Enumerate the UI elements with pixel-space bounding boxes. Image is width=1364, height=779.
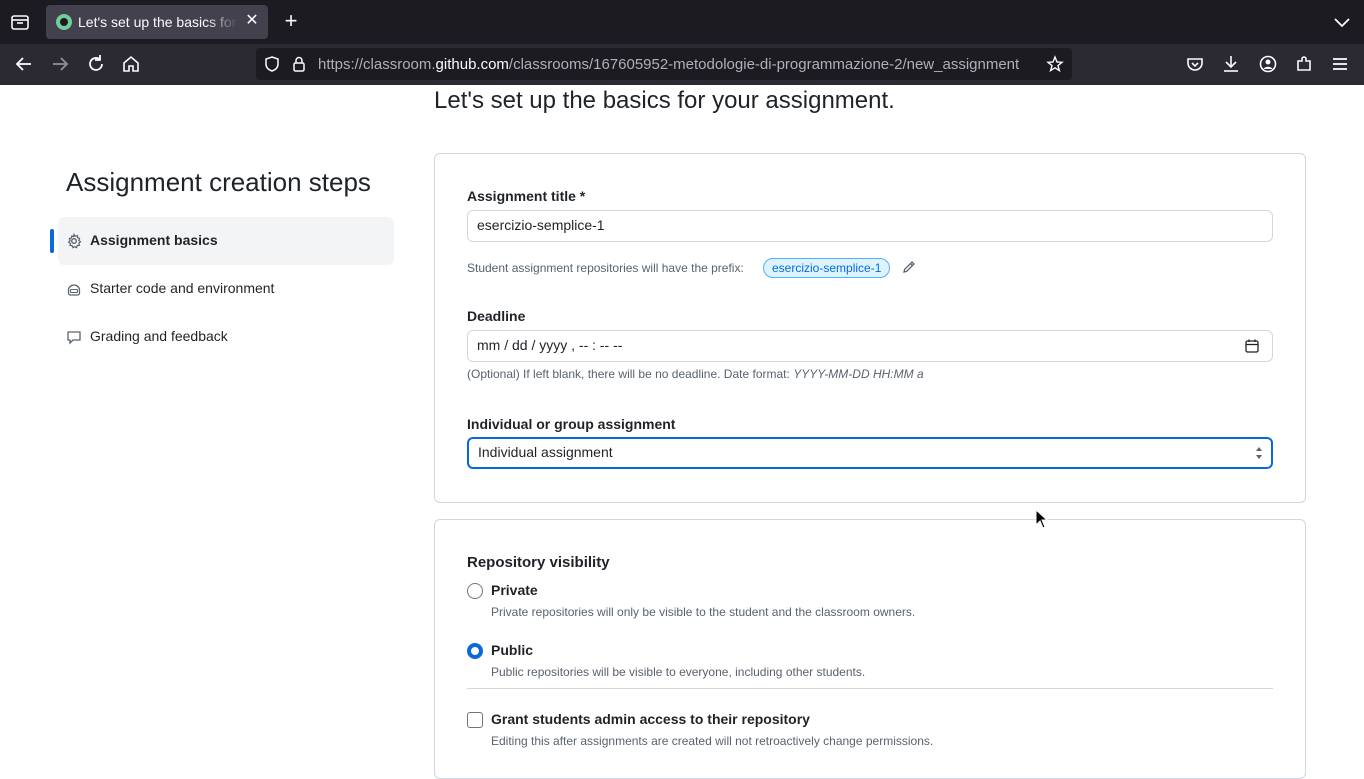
step-starter-code[interactable]: Starter code and environment bbox=[58, 265, 394, 313]
tab-bar: Let's set up the basics for your assignm… bbox=[0, 0, 1364, 44]
url-domain: github.com bbox=[435, 56, 509, 73]
calendar-icon[interactable] bbox=[1244, 338, 1260, 354]
assignment-type-label: Individual or group assignment bbox=[467, 416, 676, 432]
download-icon[interactable] bbox=[1220, 53, 1242, 75]
deadline-label: Deadline bbox=[467, 308, 526, 324]
repository-visibility-label: Repository visibility bbox=[467, 554, 610, 571]
url-bar[interactable]: https://classroom.github.com/classrooms/… bbox=[256, 48, 1072, 80]
step-assignment-basics[interactable]: Assignment basics bbox=[58, 217, 394, 265]
mouse-cursor-icon bbox=[1035, 509, 1049, 529]
divider bbox=[467, 688, 1273, 689]
deadline-placeholder: mm / dd / yyyy , -- : -- -- bbox=[477, 337, 623, 353]
private-description: Private repositories will only be visibl… bbox=[491, 605, 916, 619]
public-radio[interactable] bbox=[467, 643, 483, 659]
assignment-type-value: Individual assignment bbox=[478, 444, 613, 460]
copilot-icon bbox=[67, 284, 81, 296]
page-content: Let's set up the basics for your assignm… bbox=[0, 85, 1364, 779]
lock-icon[interactable] bbox=[290, 55, 308, 73]
hamburger-menu-icon[interactable] bbox=[1329, 53, 1351, 75]
assignment-basics-card: Assignment title * esercizio-semplice-1 … bbox=[434, 153, 1306, 503]
step-grading-feedback[interactable]: Grading and feedback bbox=[58, 313, 394, 361]
pocket-icon[interactable] bbox=[1184, 53, 1206, 75]
deadline-input[interactable]: mm / dd / yyyy , -- : -- -- bbox=[467, 330, 1273, 362]
forward-arrow-icon[interactable] bbox=[49, 53, 71, 75]
chevron-down-icon[interactable] bbox=[1332, 12, 1352, 32]
tab-close-icon[interactable]: ✕ bbox=[244, 13, 260, 29]
admin-access-label[interactable]: Grant students admin access to their rep… bbox=[491, 711, 810, 727]
navigation-bar: https://classroom.github.com/classrooms/… bbox=[0, 44, 1364, 85]
url-path: /classrooms/167605952-metodologie-di-pro… bbox=[508, 56, 1020, 73]
gear-icon bbox=[67, 233, 82, 249]
shield-icon[interactable] bbox=[263, 55, 281, 73]
page-title: Let's set up the basics for your assignm… bbox=[434, 87, 895, 114]
active-step-indicator bbox=[50, 229, 54, 253]
assignment-title-input[interactable]: esercizio-semplice-1 bbox=[467, 210, 1273, 242]
step-label: Starter code and environment bbox=[90, 280, 275, 296]
step-label: Grading and feedback bbox=[90, 328, 228, 344]
url-text[interactable]: https://classroom.github.com/classrooms/… bbox=[318, 56, 1038, 73]
select-arrows-icon bbox=[1256, 447, 1262, 459]
private-label[interactable]: Private bbox=[491, 582, 538, 598]
url-prefix: https://classroom. bbox=[318, 56, 436, 73]
home-icon[interactable] bbox=[120, 53, 142, 75]
comment-icon bbox=[67, 331, 81, 345]
admin-access-description: Editing this after assignments are creat… bbox=[491, 734, 934, 748]
back-arrow-icon[interactable] bbox=[13, 53, 35, 75]
deadline-hint: (Optional) If left blank, there will be … bbox=[467, 367, 924, 381]
prefix-hint: Student assignment repositories will hav… bbox=[467, 261, 744, 275]
deadline-hint-text: (Optional) If left blank, there will be … bbox=[467, 367, 790, 381]
public-description: Public repositories will be visible to e… bbox=[491, 665, 866, 679]
new-tab-button[interactable]: + bbox=[280, 10, 302, 33]
assignment-type-select[interactable]: Individual assignment bbox=[467, 437, 1273, 469]
prefix-badge: esercizio-semplice-1 bbox=[763, 258, 891, 278]
pencil-icon[interactable] bbox=[901, 259, 917, 275]
account-icon[interactable] bbox=[1257, 53, 1279, 75]
step-label: Assignment basics bbox=[90, 232, 218, 248]
bookmark-star-icon[interactable] bbox=[1046, 55, 1064, 73]
tab-title: Let's set up the basics for your assignm… bbox=[78, 14, 238, 30]
tab-list-icon[interactable] bbox=[8, 11, 32, 33]
active-tab[interactable]: Let's set up the basics for your assignm… bbox=[46, 5, 268, 39]
public-label[interactable]: Public bbox=[491, 642, 533, 658]
reload-icon[interactable] bbox=[85, 53, 107, 75]
steps-title: Assignment creation steps bbox=[66, 167, 371, 197]
github-favicon-icon bbox=[56, 14, 72, 30]
extensions-icon[interactable] bbox=[1293, 53, 1315, 75]
private-radio[interactable] bbox=[467, 583, 483, 599]
admin-access-checkbox[interactable] bbox=[467, 712, 483, 728]
deadline-format: YYYY-MM-DD HH:MM a bbox=[793, 367, 924, 381]
assignment-title-label: Assignment title * bbox=[467, 188, 586, 204]
repository-visibility-card: Repository visibility Private Private re… bbox=[434, 519, 1306, 779]
